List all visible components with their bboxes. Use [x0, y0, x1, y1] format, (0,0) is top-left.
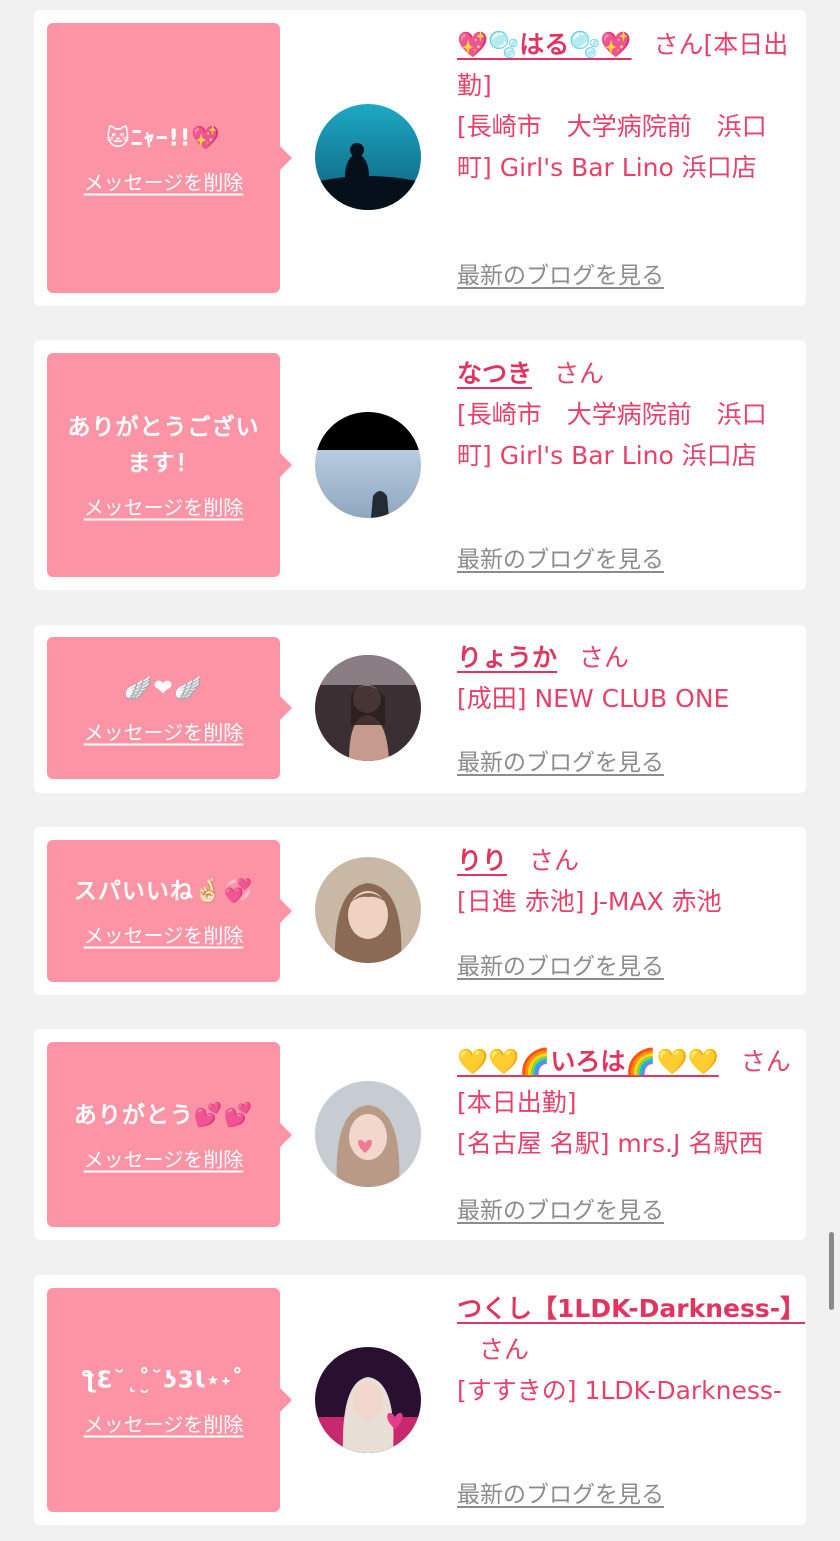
- shop-name: [すすきの] 1LDK-Darkness-: [457, 1376, 782, 1405]
- avatar-image: [315, 104, 421, 210]
- delete-message-link[interactable]: メッセージを削除: [84, 1409, 244, 1438]
- message-text: 🐱ﾆｬｰ!!💖: [105, 125, 222, 152]
- delete-message-link[interactable]: メッセージを削除: [84, 920, 244, 949]
- message-bubble: スパいいね🤞🏻💞 メッセージを削除: [47, 840, 292, 982]
- message-text: ありがとうございます！: [67, 414, 260, 477]
- scrollbar[interactable]: [829, 1232, 834, 1310]
- view-blog-link[interactable]: 最新のブログを見る: [457, 1191, 664, 1225]
- message-bubble: 🐱ﾆｬｰ!!💖 メッセージを削除: [47, 23, 292, 293]
- cast-info: つくし【1LDK-Darkness-】さん [すすきの] 1LDK-Darkne…: [457, 1288, 805, 1411]
- cast-suffix: さん: [554, 359, 605, 388]
- avatar-image: [315, 1347, 421, 1453]
- avatar[interactable]: [315, 655, 421, 761]
- shop-name: [名古屋 名駅] mrs.J 名駅西: [457, 1129, 764, 1158]
- message-bubble: ƪƐ˘˛˚̮˘ʖ3Ɩ⋆˖˚ メッセージを削除: [47, 1288, 292, 1512]
- delete-message-link[interactable]: メッセージを削除: [84, 492, 244, 521]
- view-blog-link[interactable]: 最新のブログを見る: [457, 1475, 664, 1509]
- cast-name-link[interactable]: りょうか: [457, 643, 557, 672]
- cast-name-link[interactable]: 💛💛🌈いろは🌈💛💛: [457, 1047, 719, 1076]
- avatar[interactable]: [315, 857, 421, 963]
- message-bubble: 🪽❤🪽 メッセージを削除: [47, 637, 292, 779]
- cast-name-link[interactable]: なつき: [457, 359, 532, 388]
- shop-name: [成田] NEW CLUB ONE: [457, 684, 730, 713]
- message-bubble: ありがとう💕💕 メッセージを削除: [47, 1042, 292, 1227]
- message-bubble: ありがとうございます！ メッセージを削除: [47, 353, 292, 577]
- cast-suffix: さん: [579, 643, 630, 672]
- message-text: 🪽❤🪽: [123, 675, 204, 702]
- avatar[interactable]: [315, 1081, 421, 1187]
- avatar-image: [315, 1081, 421, 1187]
- message-card: ありがとうございます！ メッセージを削除 なつき さん [長崎市 大学病院前 浜口…: [34, 340, 806, 590]
- cast-name-link[interactable]: つくし【1LDK-Darkness-】: [457, 1294, 805, 1323]
- view-blog-link[interactable]: 最新のブログを見る: [457, 540, 664, 574]
- cast-suffix: さん: [529, 846, 580, 875]
- avatar[interactable]: [315, 412, 421, 518]
- message-card: 🐱ﾆｬｰ!!💖 メッセージを削除 💖🫧はる🫧💖 さん[本日出勤] [長崎市 大学病…: [34, 10, 806, 306]
- shop-name: [日進 赤池] J-MAX 赤池: [457, 887, 722, 916]
- message-card: ƪƐ˘˛˚̮˘ʖ3Ɩ⋆˖˚ メッセージを削除 つくし【1LDK-Darkness…: [34, 1275, 806, 1525]
- message-card: ありがとう💕💕 メッセージを削除 💛💛🌈いろは🌈💛💛 さん[本日出勤] [名古屋 …: [34, 1029, 806, 1240]
- cast-name-link[interactable]: りり: [457, 846, 507, 875]
- message-text: ありがとう💕💕: [73, 1102, 254, 1128]
- view-blog-link[interactable]: 最新のブログを見る: [457, 743, 664, 777]
- cast-info: 💛💛🌈いろは🌈💛💛 さん[本日出勤] [名古屋 名駅] mrs.J 名駅西: [457, 1041, 794, 1164]
- message-text: スパいいね🤞🏻💞: [73, 878, 254, 905]
- message-text: ƪƐ˘˛˚̮˘ʖ3Ɩ⋆˖˚: [82, 1367, 245, 1394]
- delete-message-link[interactable]: メッセージを削除: [84, 717, 244, 746]
- avatar-image: [315, 655, 421, 761]
- cast-info: 💖🫧はる🫧💖 さん[本日出勤] [長崎市 大学病院前 浜口町] Girl's Ba…: [457, 24, 794, 188]
- avatar-image: [315, 857, 421, 963]
- cast-suffix: さん: [479, 1335, 530, 1364]
- delete-message-link[interactable]: メッセージを削除: [84, 1143, 244, 1172]
- avatar[interactable]: [315, 104, 421, 210]
- shop-name: [長崎市 大学病院前 浜口町] Girl's Bar Lino 浜口店: [457, 400, 767, 470]
- message-card: スパいいね🤞🏻💞 メッセージを削除 りり さん [日進 赤池] J-MAX 赤池 …: [34, 827, 806, 995]
- cast-info: りょうか さん [成田] NEW CLUB ONE: [457, 637, 794, 719]
- message-card: 🪽❤🪽 メッセージを削除 りょうか さん [成田] NEW CLUB ONE 最新…: [34, 625, 806, 793]
- delete-message-link[interactable]: メッセージを削除: [84, 167, 244, 196]
- shop-name: [長崎市 大学病院前 浜口町] Girl's Bar Lino 浜口店: [457, 112, 767, 182]
- avatar[interactable]: [315, 1347, 421, 1453]
- avatar-image: [315, 412, 421, 518]
- view-blog-link[interactable]: 最新のブログを見る: [457, 256, 664, 290]
- cast-info: なつき さん [長崎市 大学病院前 浜口町] Girl's Bar Lino 浜口…: [457, 353, 794, 476]
- cast-name-link[interactable]: 💖🫧はる🫧💖: [457, 30, 632, 59]
- cast-info: りり さん [日進 赤池] J-MAX 赤池: [457, 840, 794, 922]
- view-blog-link[interactable]: 最新のブログを見る: [457, 947, 664, 981]
